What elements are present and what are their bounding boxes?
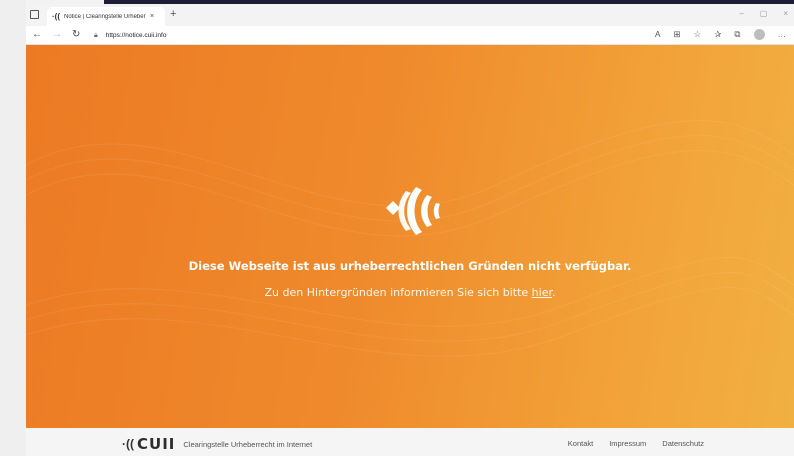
tab-title: Notice | Clearingstelle Urheberrecht <box>64 13 146 20</box>
forward-arrow-icon[interactable]: → <box>52 29 62 40</box>
footer-links: Kontakt Impressum Datenschutz <box>568 439 704 448</box>
cuii-favicon-icon: ·(( <box>52 12 60 21</box>
brand-subtitle: Clearingstelle Urheberrecht im Internet <box>183 439 313 449</box>
tab-actions-icon[interactable] <box>30 10 39 19</box>
subline-text: Zu den Hintergründen informieren Sie sic… <box>264 286 532 299</box>
browser-window: ·(( Notice | Clearingstelle Urheberrecht… <box>26 4 794 456</box>
cuii-logo-icon <box>386 187 440 235</box>
maximize-button[interactable]: ▢ <box>760 9 768 18</box>
page-footer: ·(( CUII Clearingstelle Urheberrecht im … <box>26 428 794 456</box>
address-bar-row: ← → ↻ 🔒︎ https://notice.cuii.info A ⊞ ☆ … <box>26 26 794 45</box>
url-field[interactable]: 🔒︎ https://notice.cuii.info <box>94 28 654 43</box>
lock-icon[interactable]: 🔒︎ <box>94 32 98 40</box>
url-text: https://notice.cuii.info <box>105 32 167 39</box>
page-subline: Zu den Hintergründen informieren Sie sic… <box>26 286 794 299</box>
notice-content: Diese Webseite ist aus urheberrechtliche… <box>26 45 794 428</box>
cuii-mark-icon: ·(( <box>122 437 134 451</box>
new-tab-button[interactable]: + <box>170 8 176 20</box>
toolbar-icons: A ⊞ ☆ ✰ ⧉ … <box>655 29 786 40</box>
footer-link-datenschutz[interactable]: Datenschutz <box>662 439 704 448</box>
reader-icon[interactable]: ⊞ <box>674 29 681 40</box>
minimize-button[interactable]: – <box>739 9 743 18</box>
profile-avatar[interactable] <box>753 29 765 40</box>
tab-bar: ·(( Notice | Clearingstelle Urheberrecht… <box>26 4 794 26</box>
favorite-icon[interactable]: ☆ <box>694 29 702 40</box>
collections-icon[interactable]: ⧉ <box>734 29 740 40</box>
footer-link-impressum[interactable]: Impressum <box>609 439 646 448</box>
page-headline: Diese Webseite ist aus urheberrechtliche… <box>188 259 632 273</box>
back-arrow-icon[interactable]: ← <box>32 29 42 40</box>
brand-name: CUII <box>137 435 176 453</box>
subline-suffix: . <box>551 286 556 299</box>
tab-close-icon[interactable]: × <box>150 13 154 20</box>
read-aloud-icon[interactable]: A <box>655 29 661 40</box>
footer-link-kontakt[interactable]: Kontakt <box>568 439 593 448</box>
favorites-icon[interactable]: ✰ <box>714 29 721 40</box>
reload-icon[interactable]: ↻ <box>72 29 80 40</box>
screen-bezel <box>0 0 26 456</box>
close-window-button[interactable]: × <box>783 9 788 18</box>
background-info-link[interactable]: hier <box>532 286 552 299</box>
window-controls: – ▢ × <box>739 9 788 18</box>
more-icon[interactable]: … <box>778 29 787 40</box>
footer-brand[interactable]: ·(( CUII Clearingstelle Urheberrecht im … <box>122 435 312 453</box>
tab-notice[interactable]: ·(( Notice | Clearingstelle Urheberrecht… <box>47 7 165 26</box>
